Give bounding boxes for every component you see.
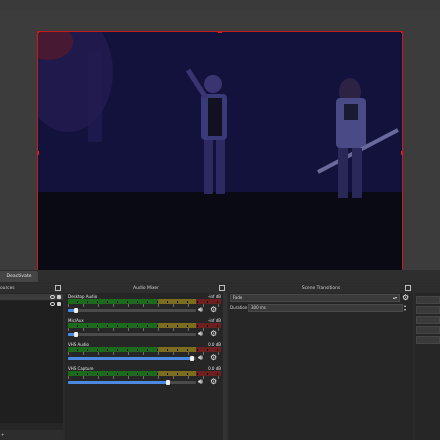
add-source-button[interactable]: + [1,432,4,437]
volume-slider[interactable] [68,356,196,361]
duration-label: Duration [230,305,248,310]
gear-icon[interactable]: ⚙ [210,330,217,338]
sources-dock: ources + [0,284,63,440]
speaker-icon[interactable]: 🔊︎ [198,306,203,314]
controls-dock [415,284,440,440]
concert-video-frame [38,32,402,274]
volume-slider[interactable] [68,380,196,385]
spin-arrows-icon[interactable]: ▴ ▾ [404,304,406,312]
slider-knob[interactable] [190,356,195,361]
audio-mixer-dock: Audio Mixer Desktop Audio -inf dB 🔊︎ ⚙ M… [65,284,227,440]
slider-knob[interactable] [73,332,78,337]
transition-select[interactable]: Fade ▴▾ [230,294,400,302]
duration-input[interactable]: 300 ms [248,304,403,312]
slider-fill [68,357,193,360]
volume-slider[interactable] [68,308,196,313]
video-preview-canvas[interactable] [37,31,403,275]
control-button[interactable] [416,316,440,324]
gear-icon[interactable]: ⚙ [210,354,217,362]
sources-list[interactable] [0,301,63,423]
controls-dock-title [415,284,440,293]
duration-value: 300 ms [251,305,266,310]
float-dock-icon[interactable] [55,285,61,291]
eye-icon[interactable] [50,295,55,299]
slider-fill [68,381,168,384]
mixer-channel: Desktop Audio -inf dB 🔊︎ ⚙ [67,294,221,318]
resize-handle-mr[interactable] [401,151,402,155]
sources-footer: + [0,430,63,440]
resize-handle-tc[interactable] [218,32,222,33]
volume-slider[interactable] [68,332,196,337]
scene-transitions-dock: Scene Transitions Fade ▴▾ ⚙ Duration 300… [229,284,413,440]
deactivate-button[interactable]: Deactivate [0,271,38,282]
sources-title-label: ources [0,286,15,291]
mixer-channel: VHS Capture 0.0 dB 🔊︎ ⚙ [67,366,221,390]
scene-transitions-title: Scene Transitions [229,284,413,293]
slider-knob[interactable] [73,308,78,313]
sources-dock-title: ources [0,284,63,293]
control-button[interactable] [416,336,440,344]
lock-icon[interactable] [57,295,61,299]
gear-icon[interactable]: ⚙ [210,378,217,386]
mixer-channel: VHS Audio 0.0 dB 🔊︎ ⚙ [67,342,221,366]
lock-icon[interactable] [57,302,61,306]
audio-mixer-title: Audio Mixer [65,284,227,293]
slider-knob[interactable] [165,380,170,385]
resize-handle-tl[interactable] [38,32,39,33]
resize-handle-ml[interactable] [38,151,39,155]
control-button[interactable] [416,296,440,304]
preview-control-bar [0,270,440,282]
scene-transitions-title-label: Scene Transitions [301,286,341,291]
float-dock-icon[interactable] [219,285,225,291]
control-button[interactable] [416,326,440,334]
preview-area[interactable] [0,10,440,275]
mixer-channel: Mic/Aux -inf dB 🔊︎ ⚙ [67,318,221,342]
float-dock-icon[interactable] [405,285,411,291]
mixer-scrollbar[interactable] [223,293,227,440]
control-button[interactable] [416,306,440,314]
source-item[interactable] [0,294,63,300]
transition-select-value: Fade [233,295,243,300]
menu-bar [0,0,440,10]
audio-mixer-title-label: Audio Mixer [133,286,159,291]
speaker-icon[interactable]: 🔊︎ [198,330,203,338]
chevron-down-icon: ▴▾ [392,295,397,300]
gear-icon[interactable]: ⚙ [210,306,217,314]
resize-handle-tr[interactable] [401,32,402,33]
eye-icon[interactable] [50,302,55,306]
speaker-icon[interactable]: 🔊︎ [198,354,203,362]
speaker-icon[interactable]: 🔊︎ [198,378,203,386]
source-item[interactable] [0,301,63,307]
gear-icon[interactable]: ⚙ [402,293,409,302]
